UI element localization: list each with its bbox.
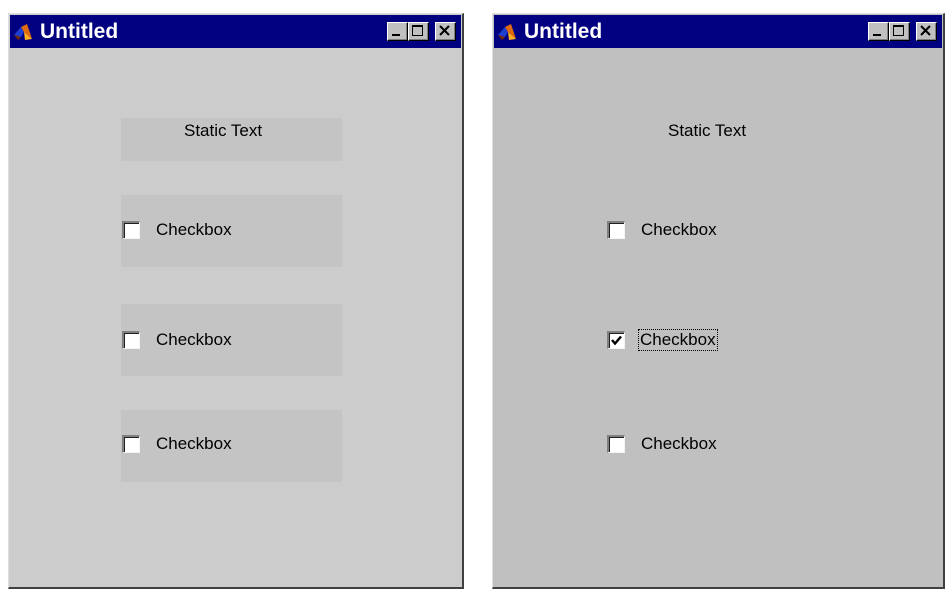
matlab-logo-icon: [14, 23, 32, 41]
window-title: Untitled: [524, 20, 603, 43]
window-title: Untitled: [40, 20, 119, 43]
maximize-button[interactable]: [408, 22, 429, 41]
checkbox-3-label: Checkbox: [156, 434, 232, 453]
checkmark-icon: [611, 335, 622, 346]
close-icon: [920, 25, 931, 36]
checkbox-2-label[interactable]: Checkbox: [638, 329, 718, 351]
checkbox-3-label[interactable]: Checkbox: [641, 434, 717, 454]
checkbox-1-label: Checkbox: [156, 220, 232, 239]
checkbox-3[interactable]: [607, 435, 625, 453]
checkbox-2[interactable]: [122, 331, 140, 349]
untitled-window-running: Untitled Static Text Checkbox Checkbox C…: [492, 13, 945, 589]
close-button[interactable]: [916, 22, 937, 41]
checkbox-1[interactable]: [607, 221, 625, 239]
minimize-button[interactable]: [868, 22, 889, 41]
matlab-logo-icon: [498, 23, 516, 41]
maximize-icon: [412, 25, 423, 36]
checkbox-2-label: Checkbox: [156, 330, 232, 349]
static-text: Static Text: [184, 121, 263, 140]
maximize-icon: [893, 25, 904, 36]
checkbox-2-checked[interactable]: [607, 331, 625, 349]
checkbox-1[interactable]: [122, 221, 140, 239]
minimize-icon: [392, 34, 400, 36]
untitled-window-editor: Untitled Static Text Checkbox Checkbox C…: [8, 13, 464, 589]
checkbox-3[interactable]: [122, 435, 140, 453]
checkbox-1-label[interactable]: Checkbox: [641, 220, 717, 240]
maximize-button[interactable]: [889, 22, 910, 41]
static-text: Static Text: [668, 121, 747, 140]
close-icon: [439, 25, 450, 36]
title-bar[interactable]: Untitled: [494, 15, 942, 48]
title-bar[interactable]: Untitled: [10, 15, 461, 48]
minimize-icon: [873, 34, 881, 36]
close-button[interactable]: [435, 22, 456, 41]
minimize-button[interactable]: [387, 22, 408, 41]
